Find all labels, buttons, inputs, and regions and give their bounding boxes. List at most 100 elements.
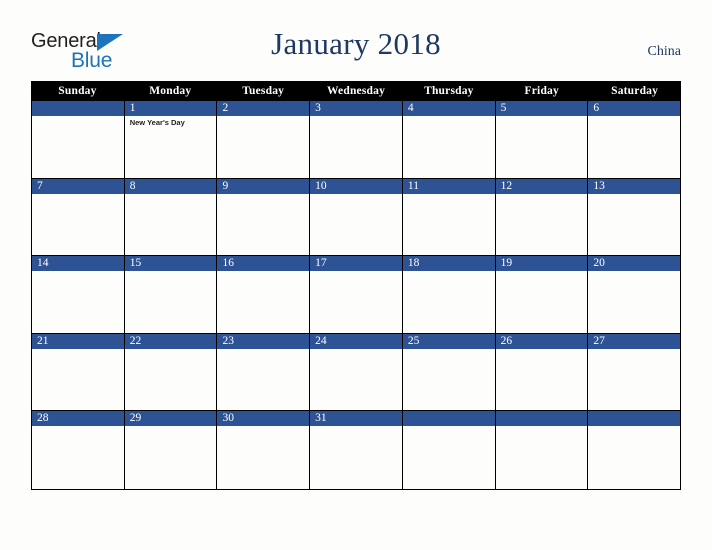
day-cell-empty[interactable] xyxy=(588,411,681,489)
day-number xyxy=(495,411,588,426)
day-cell-11[interactable]: 11 xyxy=(402,178,496,256)
day-cell-3[interactable]: 3 xyxy=(310,101,403,179)
day-cell-empty[interactable] xyxy=(495,411,589,489)
day-cell-28[interactable]: 28 xyxy=(32,411,125,489)
weekday-header-sunday: Sunday xyxy=(58,85,97,97)
day-number: 12 xyxy=(495,178,588,194)
day-cell-23[interactable]: 23 xyxy=(217,333,311,411)
day-number: 2 xyxy=(217,101,310,116)
week-row: 1 New Year's Day 2 3 4 5 6 xyxy=(32,101,681,179)
week-row: 7 8 9 10 11 12 13 xyxy=(32,178,681,256)
day-events xyxy=(496,116,588,118)
day-events xyxy=(310,349,402,351)
page-title: January 2018 xyxy=(271,26,441,61)
day-cell-15[interactable]: 15 xyxy=(124,256,218,334)
calendar-grid: Sunday Monday Tuesday Wednesday Thursday Frid… xyxy=(31,81,681,490)
day-events xyxy=(496,271,588,273)
day-cell-empty[interactable] xyxy=(402,411,496,489)
week-row: 21 22 23 24 25 26 27 xyxy=(32,333,681,411)
day-cell-18[interactable]: 18 xyxy=(402,256,496,334)
day-cell-26[interactable]: 26 xyxy=(495,333,589,411)
day-cell-9[interactable]: 9 xyxy=(217,178,311,256)
day-number: 6 xyxy=(588,101,681,116)
day-events xyxy=(32,194,124,196)
day-events xyxy=(588,271,680,273)
day-number: 4 xyxy=(402,101,495,116)
day-events xyxy=(588,194,680,196)
day-cell-30[interactable]: 30 xyxy=(217,411,311,489)
event-label: New Year's Day xyxy=(129,118,185,127)
day-number xyxy=(402,411,495,426)
day-cell-8[interactable]: 8 xyxy=(124,178,218,256)
day-cell-1[interactable]: 1 New Year's Day xyxy=(124,101,218,179)
day-number: 9 xyxy=(217,178,310,194)
day-cell-12[interactable]: 12 xyxy=(495,178,589,256)
day-events xyxy=(403,271,495,273)
day-cell-25[interactable]: 25 xyxy=(402,333,496,411)
weekday-header-wednesday: Wednesday xyxy=(326,85,386,97)
day-number: 19 xyxy=(495,256,588,271)
day-cell-4[interactable]: 4 xyxy=(402,101,496,179)
day-number: 20 xyxy=(588,256,681,271)
day-number: 3 xyxy=(310,101,402,116)
day-number: 25 xyxy=(402,333,495,349)
day-number: 23 xyxy=(217,333,310,349)
day-cell-13[interactable]: 13 xyxy=(588,178,681,256)
day-events xyxy=(217,349,309,351)
weekday-header-thursday: Thursday xyxy=(424,85,474,97)
day-cell-24[interactable]: 24 xyxy=(310,333,403,411)
weekday-header-monday: Monday xyxy=(149,85,192,97)
day-cell-22[interactable]: 22 xyxy=(124,333,218,411)
day-number: 21 xyxy=(32,333,124,349)
day-cell-19[interactable]: 19 xyxy=(495,256,589,334)
day-cell-16[interactable]: 16 xyxy=(217,256,311,334)
day-events: New Year's Day xyxy=(125,116,217,128)
weekday-header-tuesday: Tuesday xyxy=(242,85,285,97)
day-number: 31 xyxy=(310,411,402,426)
day-cell-31[interactable]: 31 xyxy=(310,411,403,489)
day-number: 27 xyxy=(588,333,681,349)
day-events xyxy=(125,271,217,273)
page-header: General Blue January 2018 China xyxy=(0,0,712,81)
weekday-header-row: Sunday Monday Tuesday Wednesday Thursday Frid… xyxy=(31,81,681,101)
day-number xyxy=(588,411,681,426)
country-label: China xyxy=(647,44,681,59)
day-events xyxy=(403,349,495,351)
day-events xyxy=(403,116,495,118)
day-events xyxy=(496,194,588,196)
day-cell-14[interactable]: 14 xyxy=(32,256,125,334)
day-cell-7[interactable]: 7 xyxy=(32,178,125,256)
week-row: 14 15 16 17 18 19 20 xyxy=(32,256,681,334)
day-cell-27[interactable]: 27 xyxy=(588,333,681,411)
day-events xyxy=(32,116,124,118)
day-number: 14 xyxy=(32,256,124,271)
day-number: 13 xyxy=(588,178,681,194)
day-number: 15 xyxy=(124,256,217,271)
day-events xyxy=(32,349,124,351)
day-number: 29 xyxy=(124,411,217,426)
day-events xyxy=(310,116,402,118)
day-cell-empty[interactable] xyxy=(32,101,125,179)
day-number: 26 xyxy=(495,333,588,349)
day-events xyxy=(496,349,588,351)
day-number: 11 xyxy=(402,178,495,194)
day-cell-10[interactable]: 10 xyxy=(310,178,403,256)
day-cell-2[interactable]: 2 xyxy=(217,101,311,179)
day-events xyxy=(310,271,402,273)
week-row: 28 29 30 31 xyxy=(32,411,681,489)
day-events xyxy=(217,426,309,428)
day-cell-5[interactable]: 5 xyxy=(495,101,589,179)
day-number: 10 xyxy=(310,178,402,194)
day-cell-20[interactable]: 20 xyxy=(588,256,681,334)
day-events xyxy=(496,426,588,428)
day-cell-17[interactable]: 17 xyxy=(310,256,403,334)
day-events xyxy=(588,116,680,118)
day-cell-29[interactable]: 29 xyxy=(124,411,218,489)
day-events xyxy=(125,349,217,351)
day-cell-6[interactable]: 6 xyxy=(588,101,681,179)
day-events xyxy=(217,271,309,273)
day-cell-21[interactable]: 21 xyxy=(32,333,125,411)
day-number: 24 xyxy=(310,333,402,349)
day-number: 30 xyxy=(217,411,310,426)
day-events xyxy=(32,271,124,273)
